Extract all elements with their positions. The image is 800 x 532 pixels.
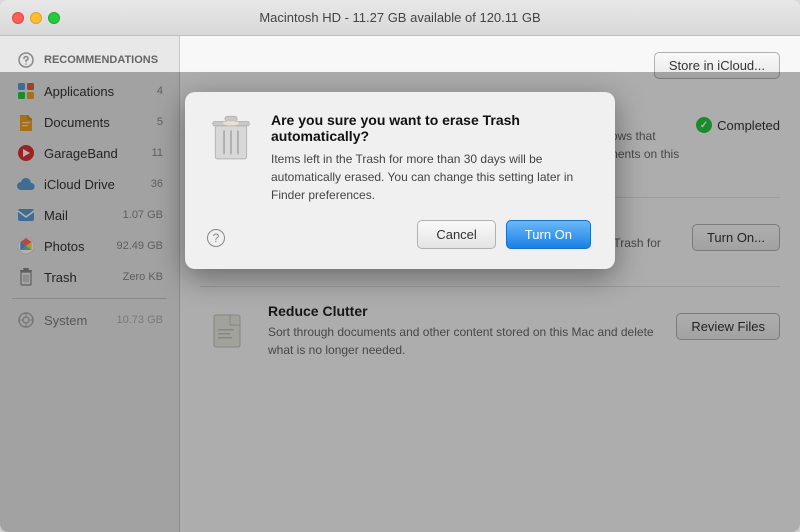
sidebar-header: Recommendations (4, 45, 175, 75)
maximize-button[interactable] (48, 12, 60, 24)
modal-title: Are you sure you want to erase Trash aut… (271, 112, 591, 144)
close-button[interactable] (12, 12, 24, 24)
modal-buttons: Cancel Turn On (205, 220, 591, 249)
recommendations-icon (16, 50, 36, 70)
modal-trash-icon (205, 112, 257, 164)
modal-cancel-button[interactable]: Cancel (417, 220, 495, 249)
modal-overlay: Are you sure you want to erase Trash aut… (0, 72, 800, 532)
main-content: Recommendations Applications 4 (0, 36, 800, 532)
modal-dialog: Are you sure you want to erase Trash aut… (185, 92, 615, 269)
modal-title-area: Are you sure you want to erase Trash aut… (271, 112, 591, 204)
modal-header: Are you sure you want to erase Trash aut… (205, 112, 591, 204)
main-window: Macintosh HD - 11.27 GB available of 120… (0, 0, 800, 532)
minimize-button[interactable] (30, 12, 42, 24)
traffic-lights (12, 12, 60, 24)
modal-confirm-button[interactable]: Turn On (506, 220, 591, 249)
modal-help-button[interactable]: ? (207, 229, 225, 247)
modal-body: Items left in the Trash for more than 30… (271, 150, 591, 204)
window-title: Macintosh HD - 11.27 GB available of 120… (259, 10, 540, 25)
titlebar: Macintosh HD - 11.27 GB available of 120… (0, 0, 800, 36)
sidebar-recommendations-label: Recommendations (44, 54, 158, 66)
